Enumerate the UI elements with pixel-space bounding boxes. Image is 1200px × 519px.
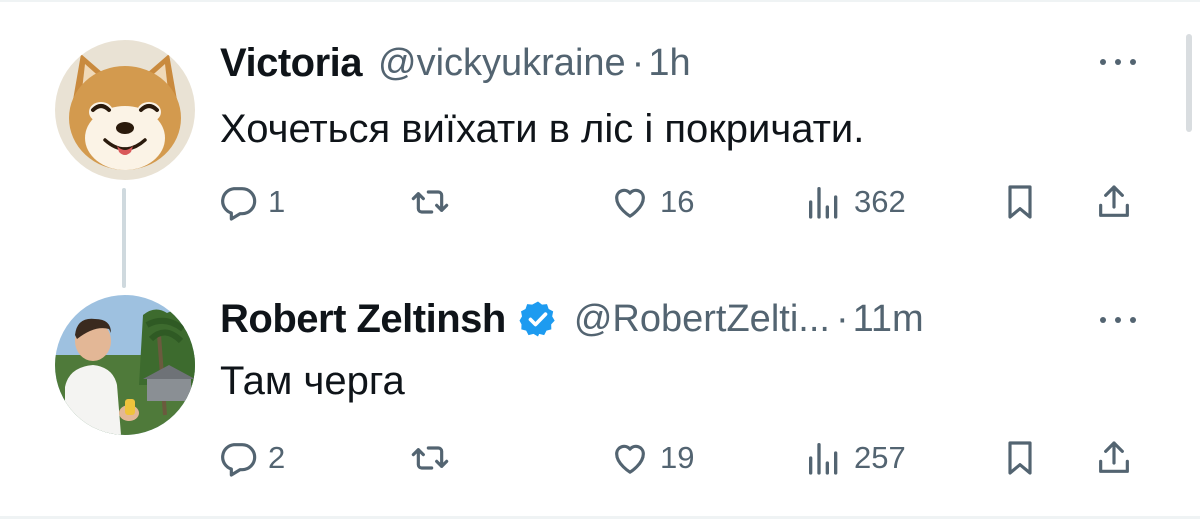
tweet-text: Там черга xyxy=(220,359,405,403)
repost-icon xyxy=(411,190,449,214)
view-count: 257 xyxy=(854,440,906,475)
bookmark-icon xyxy=(1008,441,1032,475)
views-button[interactable]: 362 xyxy=(804,180,906,224)
like-count: 16 xyxy=(660,184,695,219)
reply-button[interactable]: 2 xyxy=(218,436,285,480)
tweet-text: Хочеться виїхати в ліс і покричати. xyxy=(220,107,865,151)
tweet-header: Victoria @vickyukraine · 1h xyxy=(220,38,691,88)
bookmark-icon xyxy=(1008,185,1032,219)
shiba-dog-avatar-icon xyxy=(55,40,195,180)
author-name[interactable]: Victoria xyxy=(220,41,363,86)
share-button[interactable] xyxy=(1094,180,1134,224)
views-button[interactable]: 257 xyxy=(804,436,906,480)
reply-icon xyxy=(221,187,257,221)
bookmark-button[interactable] xyxy=(1000,180,1040,224)
more-icon[interactable] xyxy=(1094,47,1142,77)
separator-dot: · xyxy=(631,41,645,84)
share-button[interactable] xyxy=(1094,436,1134,480)
share-icon xyxy=(1099,185,1129,217)
author-name[interactable]: Robert Zeltinsh xyxy=(220,297,506,342)
author-handle[interactable]: @RobertZelti... xyxy=(574,298,830,341)
views-icon xyxy=(809,187,838,219)
bookmark-button[interactable] xyxy=(1000,436,1040,480)
scrollbar[interactable] xyxy=(1186,34,1192,132)
repost-button[interactable] xyxy=(410,180,450,224)
verified-badge-icon xyxy=(519,301,555,337)
tweet-header: Robert Zeltinsh @RobertZelti... · 11m xyxy=(220,294,924,344)
avatar[interactable] xyxy=(55,40,195,180)
tweet[interactable]: Robert Zeltinsh @RobertZelti... · 11m Та… xyxy=(0,260,1180,516)
separator-dot: · xyxy=(835,297,849,340)
like-icon xyxy=(615,188,645,218)
views-icon xyxy=(809,443,838,475)
reply-count: 2 xyxy=(268,440,286,475)
reply-icon xyxy=(221,443,257,477)
tweet[interactable]: Victoria @vickyukraine · 1h Хочеться виї… xyxy=(0,0,1180,260)
person-photo-avatar-icon xyxy=(55,295,195,435)
repost-button[interactable] xyxy=(410,436,450,480)
like-icon xyxy=(615,444,645,474)
repost-icon xyxy=(411,446,449,470)
reply-count: 1 xyxy=(268,184,286,219)
like-button[interactable]: 19 xyxy=(610,436,694,480)
timestamp[interactable]: 1h xyxy=(648,42,690,85)
like-button[interactable]: 16 xyxy=(610,180,694,224)
timestamp[interactable]: 11m xyxy=(853,298,924,341)
like-count: 19 xyxy=(660,440,695,475)
reply-button[interactable]: 1 xyxy=(218,180,285,224)
more-icon[interactable] xyxy=(1094,305,1142,335)
view-count: 362 xyxy=(854,184,906,219)
avatar[interactable] xyxy=(55,295,195,435)
share-icon xyxy=(1099,441,1129,473)
author-handle[interactable]: @vickyukraine xyxy=(378,42,626,85)
